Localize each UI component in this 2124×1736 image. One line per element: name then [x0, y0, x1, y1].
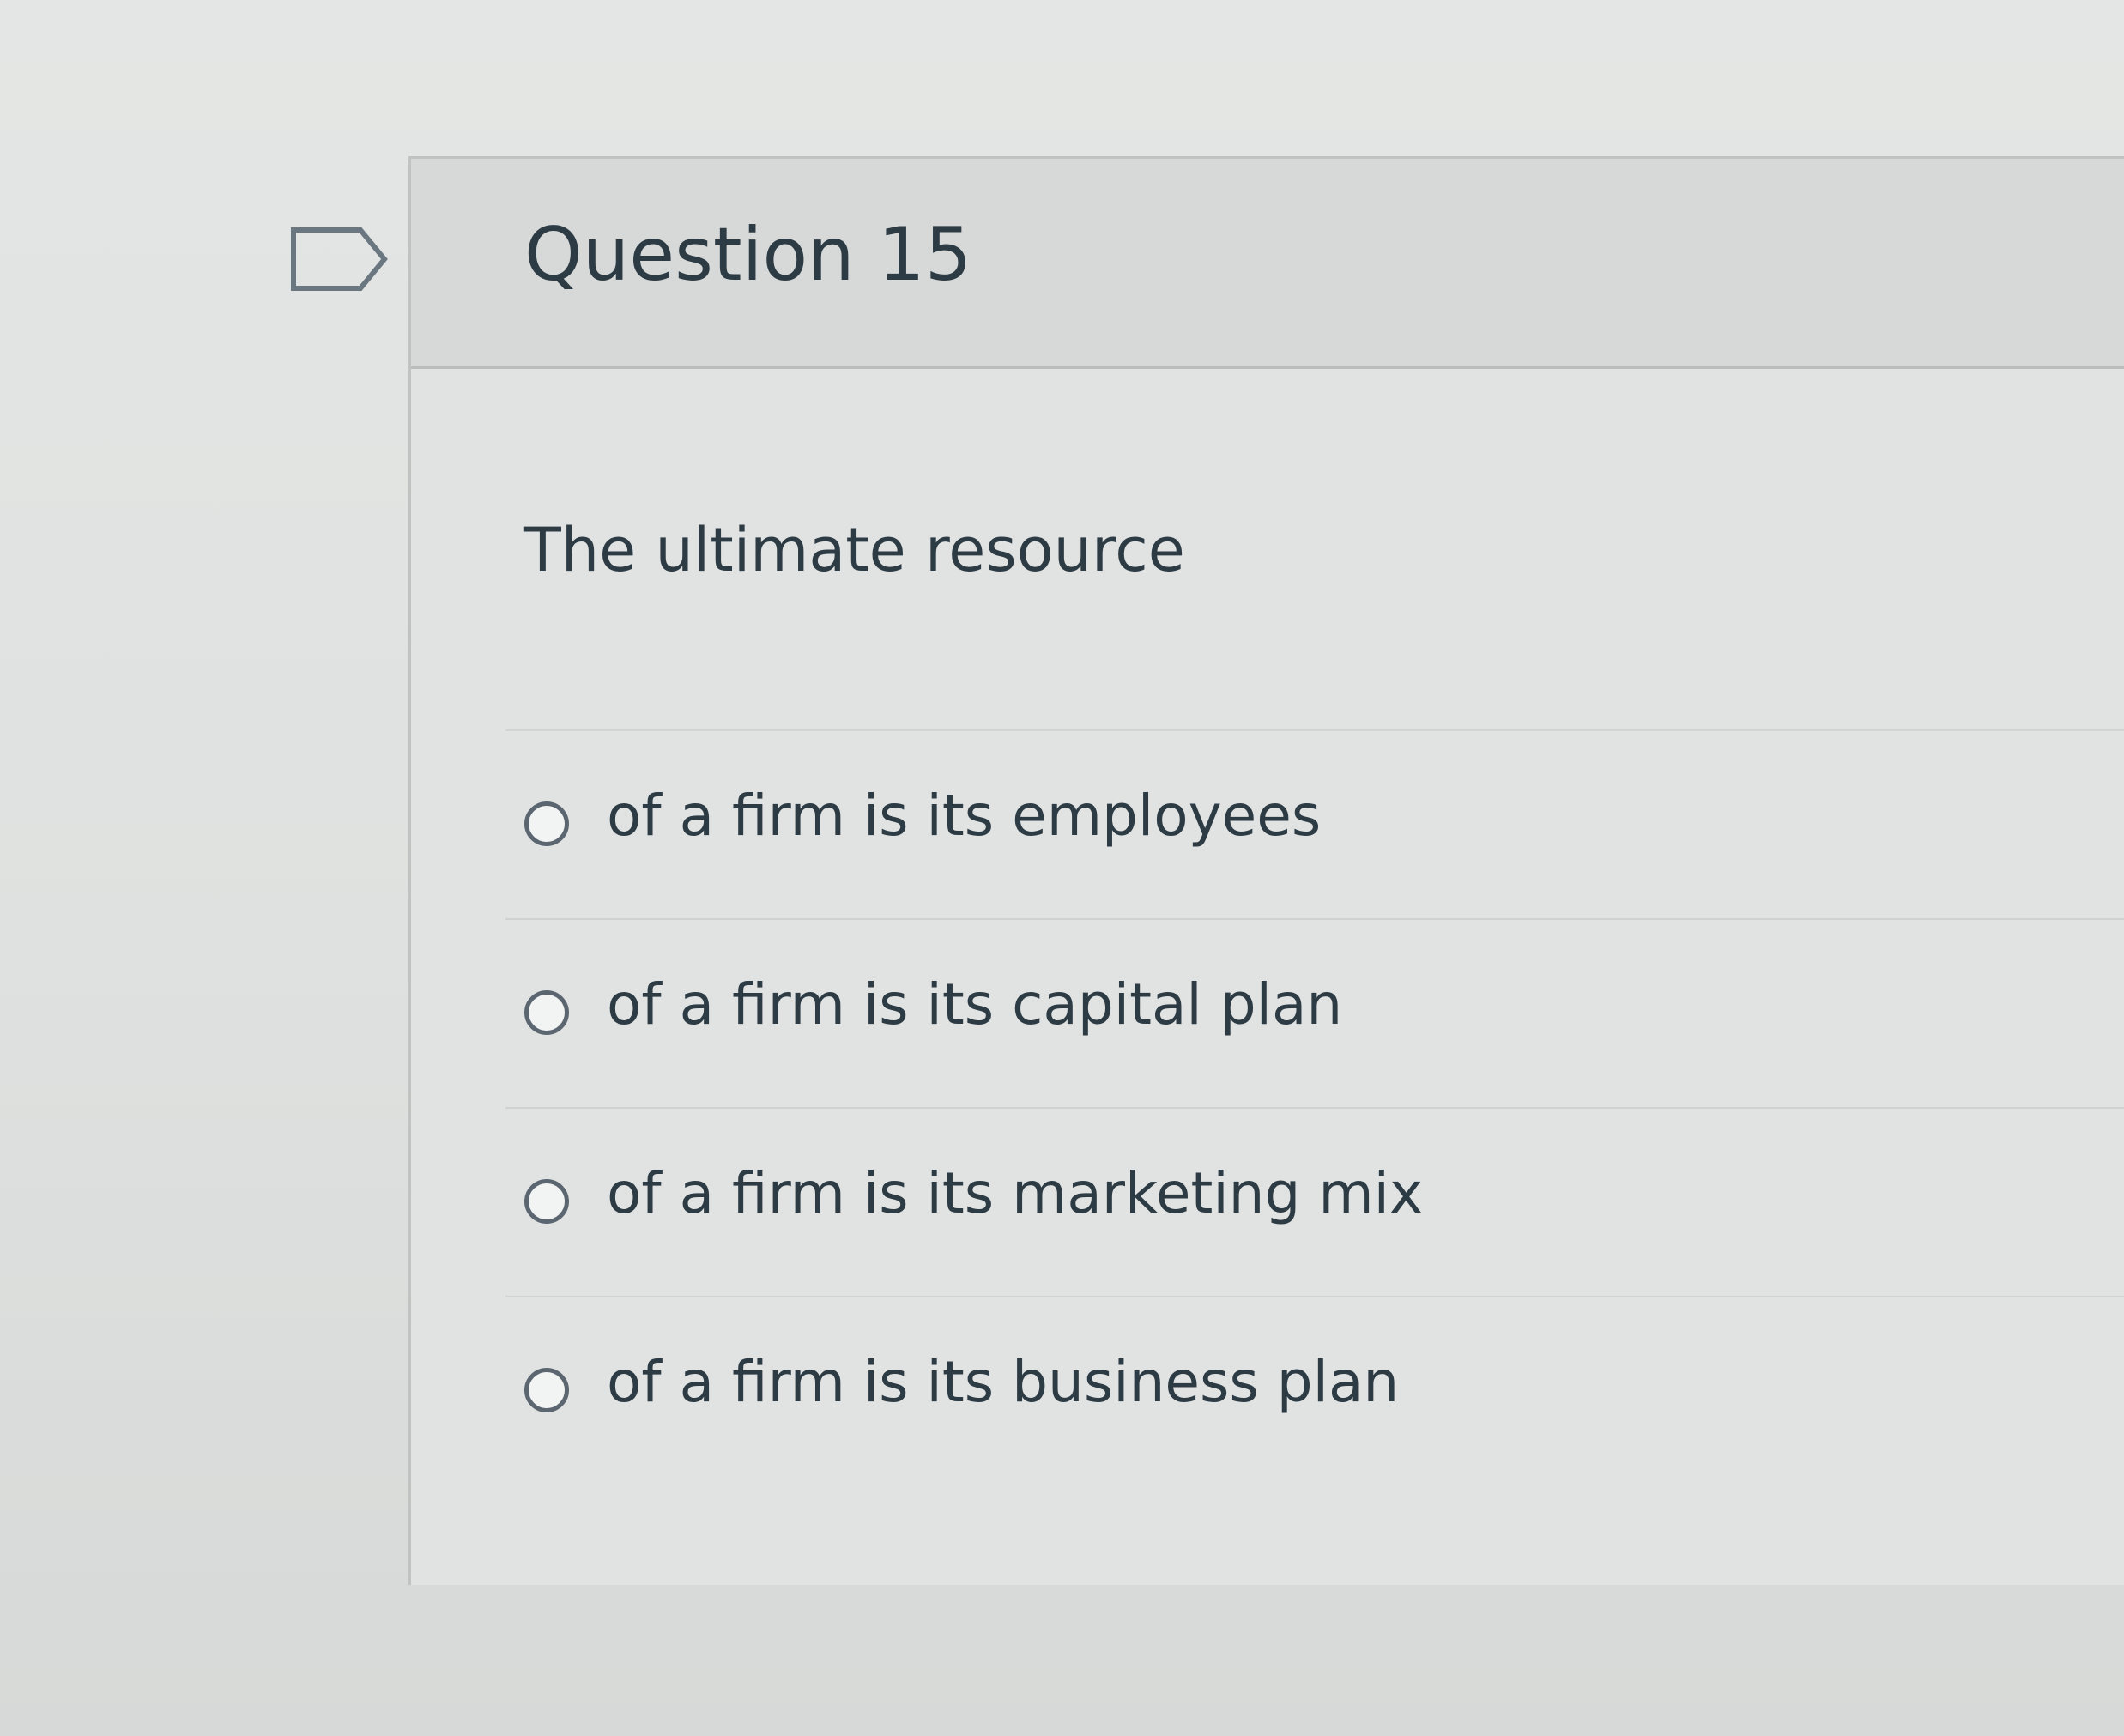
question-card: Question 15 The ultimate resource of a f…	[408, 156, 2124, 1585]
answer-label[interactable]: of a firm is its business plan	[607, 1349, 1399, 1415]
radio-button[interactable]	[524, 990, 569, 1035]
question-text: The ultimate resource	[524, 515, 1185, 585]
radio-button[interactable]	[524, 1368, 569, 1412]
answer-option[interactable]: of a firm is its business plan	[505, 1296, 2124, 1485]
radio-button[interactable]	[524, 801, 569, 846]
answer-option[interactable]: of a firm is its employees	[505, 729, 2124, 918]
answer-label[interactable]: of a firm is its capital plan	[607, 971, 1342, 1037]
flag-question-icon[interactable]	[288, 225, 391, 293]
question-body: The ultimate resource of a firm is its e…	[411, 369, 2124, 1585]
answer-option[interactable]: of a firm is its marketing mix	[505, 1107, 2124, 1296]
answer-option[interactable]: of a firm is its capital plan	[505, 918, 2124, 1107]
question-title: Question 15	[524, 212, 972, 298]
question-header: Question 15	[411, 159, 2124, 369]
answer-label[interactable]: of a firm is its marketing mix	[607, 1160, 1423, 1226]
radio-button[interactable]	[524, 1179, 569, 1224]
quiz-page: Question 15 The ultimate resource of a f…	[0, 0, 2124, 1736]
answer-label[interactable]: of a firm is its employees	[607, 783, 1321, 849]
answer-list: of a firm is its employees of a firm is …	[505, 729, 2124, 1485]
